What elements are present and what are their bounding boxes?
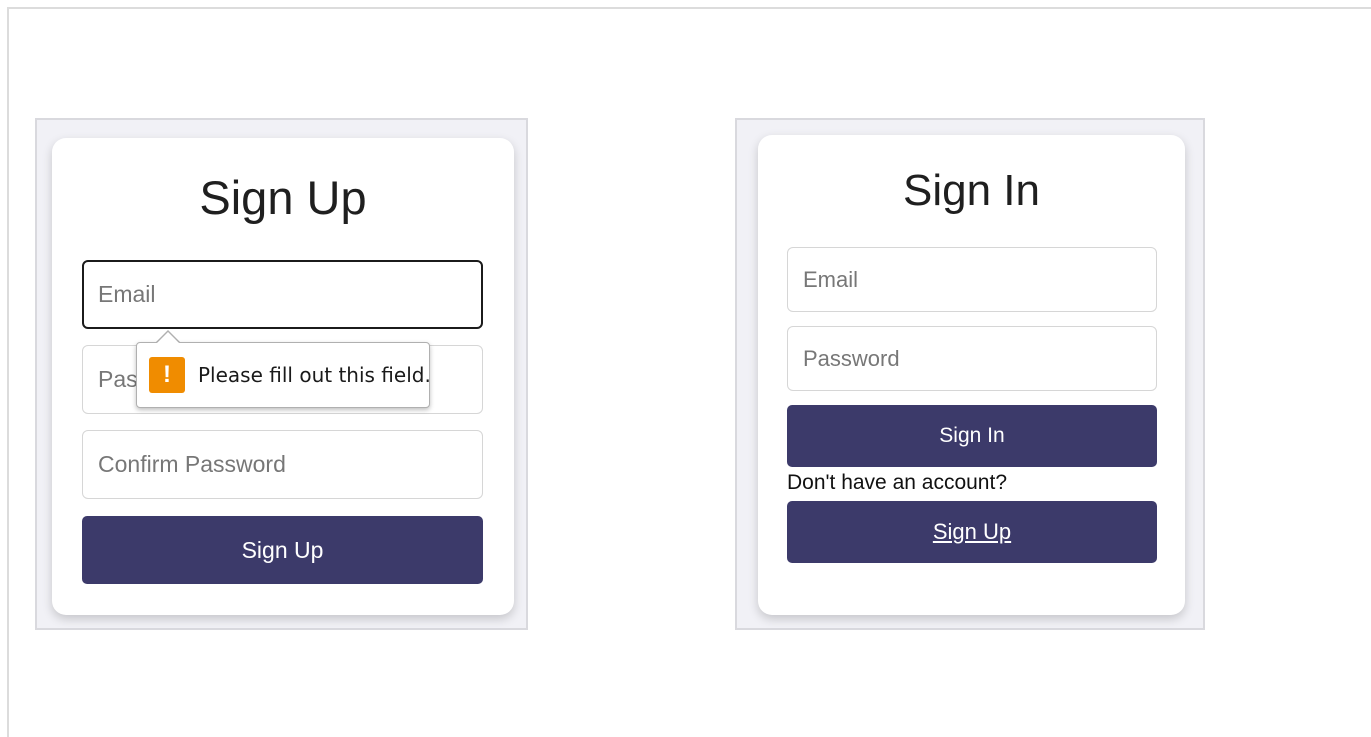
validation-tooltip: ! Please fill out this field. [136,342,431,408]
signup-email-field[interactable]: Email [82,260,483,329]
signup-submit-button[interactable]: Sign Up [82,516,483,584]
warning-icon: ! [149,357,185,393]
signup-password-placeholder: Pas [98,366,138,392]
signin-email-placeholder: Email [803,266,859,292]
signin-password-placeholder: Password [803,345,900,371]
tooltip-arrow-fill [156,332,180,344]
signin-submit-button[interactable]: Sign In [787,405,1157,467]
goto-signup-button[interactable]: Sign Up [787,501,1157,563]
no-account-prompt: Don't have an account? [787,471,1007,494]
signup-title: Sign Up [199,171,367,224]
signin-password-field[interactable]: Password [787,326,1157,391]
validation-message: Please fill out this field. [198,363,431,387]
signup-confirm-password-field[interactable]: Confirm Password [82,430,483,499]
signup-email-placeholder: Email [98,281,156,307]
signin-title: Sign In [903,166,1040,215]
signup-confirm-password-placeholder: Confirm Password [98,451,286,477]
signin-email-field[interactable]: Email [787,247,1157,312]
